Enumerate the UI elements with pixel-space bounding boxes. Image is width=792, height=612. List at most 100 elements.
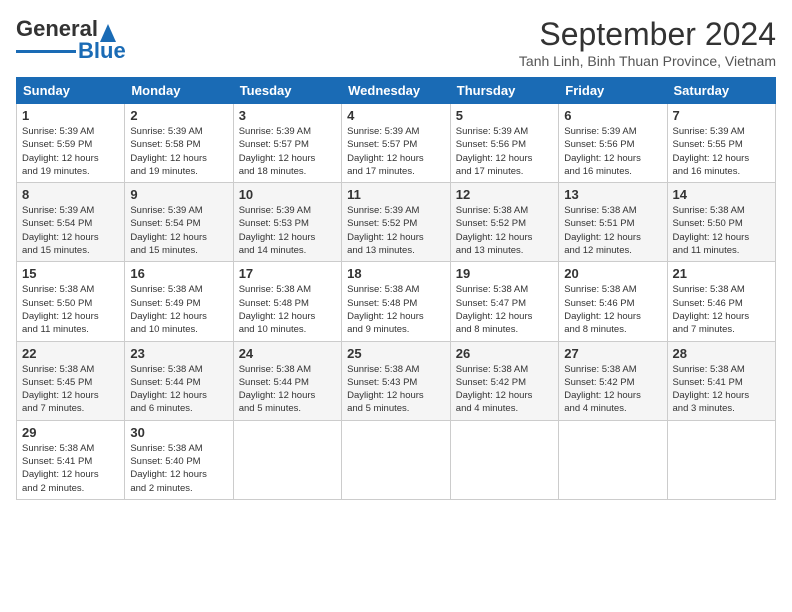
day-info: Sunrise: 5:38 AMSunset: 5:50 PMDaylight:… bbox=[22, 283, 119, 336]
day-info: Sunrise: 5:38 AMSunset: 5:51 PMDaylight:… bbox=[564, 204, 661, 257]
calendar-cell: 20 Sunrise: 5:38 AMSunset: 5:46 PMDayligh… bbox=[559, 262, 667, 341]
calendar-cell: 27 Sunrise: 5:38 AMSunset: 5:42 PMDayligh… bbox=[559, 341, 667, 420]
day-number: 28 bbox=[673, 346, 771, 361]
calendar: SundayMondayTuesdayWednesdayThursdayFrid… bbox=[16, 77, 776, 500]
calendar-cell: 6 Sunrise: 5:39 AMSunset: 5:56 PMDaylight… bbox=[559, 104, 667, 183]
day-info: Sunrise: 5:39 AMSunset: 5:59 PMDaylight:… bbox=[22, 125, 119, 178]
day-number: 3 bbox=[239, 108, 336, 123]
calendar-cell: 23 Sunrise: 5:38 AMSunset: 5:44 PMDayligh… bbox=[125, 341, 233, 420]
day-info: Sunrise: 5:39 AMSunset: 5:53 PMDaylight:… bbox=[239, 204, 336, 257]
calendar-cell bbox=[559, 420, 667, 499]
day-number: 24 bbox=[239, 346, 336, 361]
location: Tanh Linh, Binh Thuan Province, Vietnam bbox=[519, 53, 776, 69]
day-number: 8 bbox=[22, 187, 119, 202]
day-number: 21 bbox=[673, 266, 771, 281]
calendar-cell: 14 Sunrise: 5:38 AMSunset: 5:50 PMDayligh… bbox=[667, 183, 776, 262]
day-number: 26 bbox=[456, 346, 553, 361]
day-header-saturday: Saturday bbox=[667, 78, 776, 104]
day-info: Sunrise: 5:38 AMSunset: 5:45 PMDaylight:… bbox=[22, 363, 119, 416]
day-info: Sunrise: 5:38 AMSunset: 5:42 PMDaylight:… bbox=[456, 363, 553, 416]
page-header: General Blue September 2024 Tanh Linh, B… bbox=[16, 16, 776, 69]
day-header-wednesday: Wednesday bbox=[342, 78, 451, 104]
day-number: 9 bbox=[130, 187, 227, 202]
day-number: 27 bbox=[564, 346, 661, 361]
day-info: Sunrise: 5:38 AMSunset: 5:42 PMDaylight:… bbox=[564, 363, 661, 416]
calendar-cell: 4Sunrise: 5:39 AMSunset: 5:57 PMDaylight… bbox=[342, 104, 451, 183]
day-header-monday: Monday bbox=[125, 78, 233, 104]
day-info: Sunrise: 5:38 AMSunset: 5:47 PMDaylight:… bbox=[456, 283, 553, 336]
calendar-cell: 22 Sunrise: 5:38 AMSunset: 5:45 PMDayligh… bbox=[17, 341, 125, 420]
day-number: 17 bbox=[239, 266, 336, 281]
day-info: Sunrise: 5:38 AMSunset: 5:49 PMDaylight:… bbox=[130, 283, 227, 336]
day-info: Sunrise: 5:39 AMSunset: 5:58 PMDaylight:… bbox=[130, 125, 227, 178]
calendar-cell: 12 Sunrise: 5:38 AMSunset: 5:52 PMDayligh… bbox=[450, 183, 558, 262]
logo-underline bbox=[16, 50, 76, 53]
calendar-cell: 1 Sunrise: 5:39 AMSunset: 5:59 PMDaylight… bbox=[17, 104, 125, 183]
day-info: Sunrise: 5:39 AMSunset: 5:55 PMDaylight:… bbox=[673, 125, 771, 178]
day-number: 14 bbox=[673, 187, 771, 202]
day-header-tuesday: Tuesday bbox=[233, 78, 341, 104]
day-info: Sunrise: 5:39 AMSunset: 5:57 PMDaylight:… bbox=[239, 125, 336, 178]
day-header-thursday: Thursday bbox=[450, 78, 558, 104]
day-header-friday: Friday bbox=[559, 78, 667, 104]
logo-blue: Blue bbox=[78, 38, 126, 64]
day-number: 6 bbox=[564, 108, 661, 123]
day-number: 10 bbox=[239, 187, 336, 202]
calendar-cell: 24 Sunrise: 5:38 AMSunset: 5:44 PMDayligh… bbox=[233, 341, 341, 420]
calendar-cell bbox=[450, 420, 558, 499]
day-number: 2 bbox=[130, 108, 227, 123]
day-number: 29 bbox=[22, 425, 119, 440]
day-number: 12 bbox=[456, 187, 553, 202]
day-number: 16 bbox=[130, 266, 227, 281]
day-info: Sunrise: 5:38 AMSunset: 5:41 PMDaylight:… bbox=[673, 363, 771, 416]
day-info: Sunrise: 5:38 AMSunset: 5:46 PMDaylight:… bbox=[673, 283, 771, 336]
calendar-cell: 3 Sunrise: 5:39 AMSunset: 5:57 PMDaylight… bbox=[233, 104, 341, 183]
day-number: 25 bbox=[347, 346, 445, 361]
day-number: 30 bbox=[130, 425, 227, 440]
day-number: 23 bbox=[130, 346, 227, 361]
day-info: Sunrise: 5:39 AMSunset: 5:54 PMDaylight:… bbox=[130, 204, 227, 257]
calendar-cell: 13Sunrise: 5:38 AMSunset: 5:51 PMDayligh… bbox=[559, 183, 667, 262]
calendar-cell: 17 Sunrise: 5:38 AMSunset: 5:48 PMDayligh… bbox=[233, 262, 341, 341]
day-info: Sunrise: 5:39 AMSunset: 5:52 PMDaylight:… bbox=[347, 204, 445, 257]
month-title: September 2024 bbox=[519, 16, 776, 53]
day-number: 19 bbox=[456, 266, 553, 281]
day-number: 20 bbox=[564, 266, 661, 281]
day-info: Sunrise: 5:38 AMSunset: 5:44 PMDaylight:… bbox=[130, 363, 227, 416]
calendar-cell: 8 Sunrise: 5:39 AMSunset: 5:54 PMDaylight… bbox=[17, 183, 125, 262]
day-info: Sunrise: 5:39 AMSunset: 5:56 PMDaylight:… bbox=[456, 125, 553, 178]
day-info: Sunrise: 5:38 AMSunset: 5:43 PMDaylight:… bbox=[347, 363, 445, 416]
day-number: 1 bbox=[22, 108, 119, 123]
day-info: Sunrise: 5:38 AMSunset: 5:41 PMDaylight:… bbox=[22, 442, 119, 495]
calendar-cell: 10 Sunrise: 5:39 AMSunset: 5:53 PMDayligh… bbox=[233, 183, 341, 262]
calendar-cell: 7 Sunrise: 5:39 AMSunset: 5:55 PMDaylight… bbox=[667, 104, 776, 183]
day-info: Sunrise: 5:38 AMSunset: 5:46 PMDaylight:… bbox=[564, 283, 661, 336]
title-area: September 2024 Tanh Linh, Binh Thuan Pro… bbox=[519, 16, 776, 69]
calendar-cell: 25 Sunrise: 5:38 AMSunset: 5:43 PMDayligh… bbox=[342, 341, 451, 420]
day-info: Sunrise: 5:38 AMSunset: 5:40 PMDaylight:… bbox=[130, 442, 227, 495]
calendar-cell: 5Sunrise: 5:39 AMSunset: 5:56 PMDaylight… bbox=[450, 104, 558, 183]
calendar-cell: 28 Sunrise: 5:38 AMSunset: 5:41 PMDayligh… bbox=[667, 341, 776, 420]
day-info: Sunrise: 5:38 AMSunset: 5:48 PMDaylight:… bbox=[239, 283, 336, 336]
day-info: Sunrise: 5:39 AMSunset: 5:54 PMDaylight:… bbox=[22, 204, 119, 257]
day-number: 7 bbox=[673, 108, 771, 123]
day-info: Sunrise: 5:39 AMSunset: 5:56 PMDaylight:… bbox=[564, 125, 661, 178]
calendar-cell bbox=[342, 420, 451, 499]
day-number: 18 bbox=[347, 266, 445, 281]
logo: General Blue bbox=[16, 16, 126, 64]
calendar-cell: 16 Sunrise: 5:38 AMSunset: 5:49 PMDayligh… bbox=[125, 262, 233, 341]
day-number: 15 bbox=[22, 266, 119, 281]
day-header-sunday: Sunday bbox=[17, 78, 125, 104]
calendar-cell: 18Sunrise: 5:38 AMSunset: 5:48 PMDayligh… bbox=[342, 262, 451, 341]
day-info: Sunrise: 5:38 AMSunset: 5:50 PMDaylight:… bbox=[673, 204, 771, 257]
calendar-cell: 11Sunrise: 5:39 AMSunset: 5:52 PMDayligh… bbox=[342, 183, 451, 262]
calendar-cell: 15 Sunrise: 5:38 AMSunset: 5:50 PMDayligh… bbox=[17, 262, 125, 341]
calendar-cell: 26 Sunrise: 5:38 AMSunset: 5:42 PMDayligh… bbox=[450, 341, 558, 420]
calendar-cell bbox=[233, 420, 341, 499]
day-number: 4 bbox=[347, 108, 445, 123]
day-number: 22 bbox=[22, 346, 119, 361]
calendar-cell: 29 Sunrise: 5:38 AMSunset: 5:41 PMDayligh… bbox=[17, 420, 125, 499]
day-info: Sunrise: 5:38 AMSunset: 5:44 PMDaylight:… bbox=[239, 363, 336, 416]
calendar-cell: 9 Sunrise: 5:39 AMSunset: 5:54 PMDaylight… bbox=[125, 183, 233, 262]
day-info: Sunrise: 5:38 AMSunset: 5:52 PMDaylight:… bbox=[456, 204, 553, 257]
